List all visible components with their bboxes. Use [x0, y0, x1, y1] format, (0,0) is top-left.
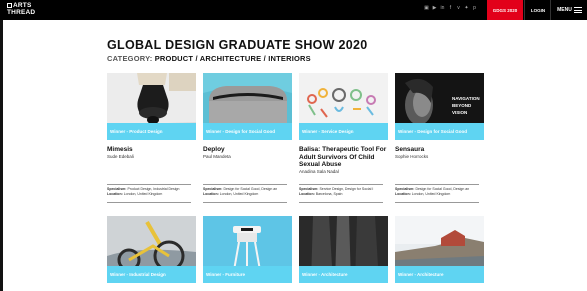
project-author[interactable]: Sude Edebali — [107, 154, 196, 159]
caption-line: BEYOND — [452, 103, 472, 108]
award-ribbon: Winner - Industrial Design — [107, 266, 196, 283]
project-card[interactable]: Winner - Product Design Mimesis Sude Ede… — [107, 73, 196, 208]
award-ribbon: Winner - Service Design — [299, 123, 388, 140]
hamburger-icon — [573, 7, 582, 13]
project-title[interactable]: Balisa: Therapeutic Tool For Adult Survi… — [299, 146, 388, 169]
menu-label: MENU — [557, 7, 572, 13]
divider — [299, 202, 383, 203]
specialism-value: Product Design, Industrial Design — [127, 187, 180, 191]
project-author[interactable]: Paul Mandeta — [203, 154, 292, 159]
category-value: PRODUCT / ARCHITECTURE / INTERIORS — [154, 54, 311, 63]
project-meta: Specialism: Product Design, Industrial D… — [107, 184, 191, 197]
divider — [203, 202, 287, 203]
social-icons: ▣ ▶ in f v ✦ p — [424, 6, 477, 11]
page-title: GLOBAL DESIGN GRADUATE SHOW 2020 — [107, 38, 368, 52]
award-ribbon: Winner - Architecture — [299, 266, 388, 283]
gdgs-label: GDGS 2020 — [492, 7, 518, 13]
specialism-value: Design for Social Good, Design an — [223, 187, 278, 191]
location-row: Location: London, United Kingdom — [395, 192, 479, 197]
category-heading: CATEGORY: PRODUCT / ARCHITECTURE / INTER… — [107, 54, 311, 63]
project-card[interactable]: Winner - Service Design Balisa: Therapeu… — [299, 73, 388, 208]
caption-line: VISION — [452, 110, 468, 115]
project-thumbnail[interactable]: Winner - Architecture — [395, 216, 484, 283]
location-row: Location: London, United Kingdom — [107, 192, 191, 197]
specialism-label: Specialism: — [203, 187, 223, 191]
specialism-value: Service Design, Design for Social I — [319, 187, 374, 191]
specialism-label: Specialism: — [395, 187, 415, 191]
project-thumbnail[interactable]: Winner - Service Design — [299, 73, 388, 140]
location-row: Location: London, United Kingdom — [203, 192, 287, 197]
project-card[interactable]: Winner - Design for Social Good Deploy P… — [203, 73, 292, 208]
project-title[interactable]: Mimesis — [107, 146, 196, 154]
youtube-icon[interactable]: ▶ — [432, 6, 437, 11]
location-label: Location: — [299, 192, 315, 196]
location-value: London, United Kingdom — [219, 192, 259, 196]
caption-line: NAVIGATION — [452, 96, 480, 101]
award-ribbon: Winner - Furniture — [203, 266, 292, 283]
project-thumbnail[interactable]: Winner - Design for Social Good — [203, 73, 292, 140]
pinterest-icon[interactable]: p — [472, 6, 477, 11]
location-label: Location: — [395, 192, 411, 196]
specialism-label: Specialism: — [107, 187, 127, 191]
menu-button[interactable]: MENU — [550, 0, 587, 20]
project-meta: Specialism: Design for Social Good, Desi… — [203, 184, 287, 197]
specialism-label: Specialism: — [299, 187, 319, 191]
arts-thread-logo[interactable]: ARTS THREAD — [7, 2, 39, 16]
award-ribbon: Winner - Design for Social Good — [203, 123, 292, 140]
location-label: Location: — [107, 192, 123, 196]
project-thumbnail[interactable]: Winner - Industrial Design — [107, 216, 196, 283]
vimeo-icon[interactable]: v — [456, 6, 461, 11]
location-row: Location: Barcelona, Spain — [299, 192, 383, 197]
project-card[interactable]: Winner - Furniture — [203, 216, 292, 291]
specialism-value: Design for Social Good, Design an — [415, 187, 470, 191]
project-thumbnail[interactable]: NAVIGATION BEYOND VISION Winner - Design… — [395, 73, 484, 140]
award-ribbon: Winner - Architecture — [395, 266, 484, 283]
logo-square-icon — [7, 2, 12, 8]
linkedin-icon[interactable]: in — [440, 6, 445, 11]
login-button[interactable]: LOGIN — [524, 0, 551, 20]
project-card[interactable]: Winner - Architecture — [395, 216, 484, 291]
project-meta: Specialism: Design for Social Good, Desi… — [395, 184, 479, 197]
project-thumbnail[interactable]: Winner - Product Design — [107, 73, 196, 140]
project-thumbnail[interactable]: Winner - Furniture — [203, 216, 292, 283]
award-ribbon: Winner - Product Design — [107, 123, 196, 140]
top-navigation-bar: ARTS THREAD ▣ ▶ in f v ✦ p GDGS 2020 LOG… — [0, 0, 587, 20]
gdgs-2020-button[interactable]: GDGS 2020 — [487, 0, 523, 20]
project-thumbnail[interactable]: Winner - Architecture — [299, 216, 388, 283]
project-meta: Specialism: Service Design, Design for S… — [299, 184, 383, 197]
project-card[interactable]: NAVIGATION BEYOND VISION Winner - Design… — [395, 73, 484, 208]
award-ribbon: Winner - Design for Social Good — [395, 123, 484, 140]
divider — [395, 202, 479, 203]
facebook-icon[interactable]: f — [448, 6, 453, 11]
login-label: LOGIN — [530, 7, 546, 13]
location-value: Barcelona, Spain — [315, 192, 343, 196]
project-title[interactable]: Deploy — [203, 146, 292, 154]
project-author[interactable]: Anadina Sala Nadal — [299, 169, 388, 174]
project-card[interactable]: Winner - Architecture — [299, 216, 388, 291]
divider — [107, 202, 191, 203]
logo-text-line1: ARTS — [13, 2, 32, 9]
left-edge-bar — [0, 20, 3, 291]
category-label: CATEGORY: — [107, 54, 153, 63]
location-value: London, United Kingdom — [123, 192, 163, 196]
logo-text-line2: THREAD — [7, 9, 36, 16]
project-title[interactable]: Sensaura — [395, 146, 484, 154]
thumbnail-caption: NAVIGATION BEYOND VISION — [452, 95, 480, 116]
location-value: London, United Kingdom — [411, 192, 451, 196]
location-label: Location: — [203, 192, 219, 196]
project-author[interactable]: Sophie Horrocks — [395, 154, 484, 159]
project-card[interactable]: Winner - Industrial Design — [107, 216, 196, 291]
twitter-icon[interactable]: ✦ — [464, 6, 469, 11]
instagram-icon[interactable]: ▣ — [424, 6, 429, 11]
